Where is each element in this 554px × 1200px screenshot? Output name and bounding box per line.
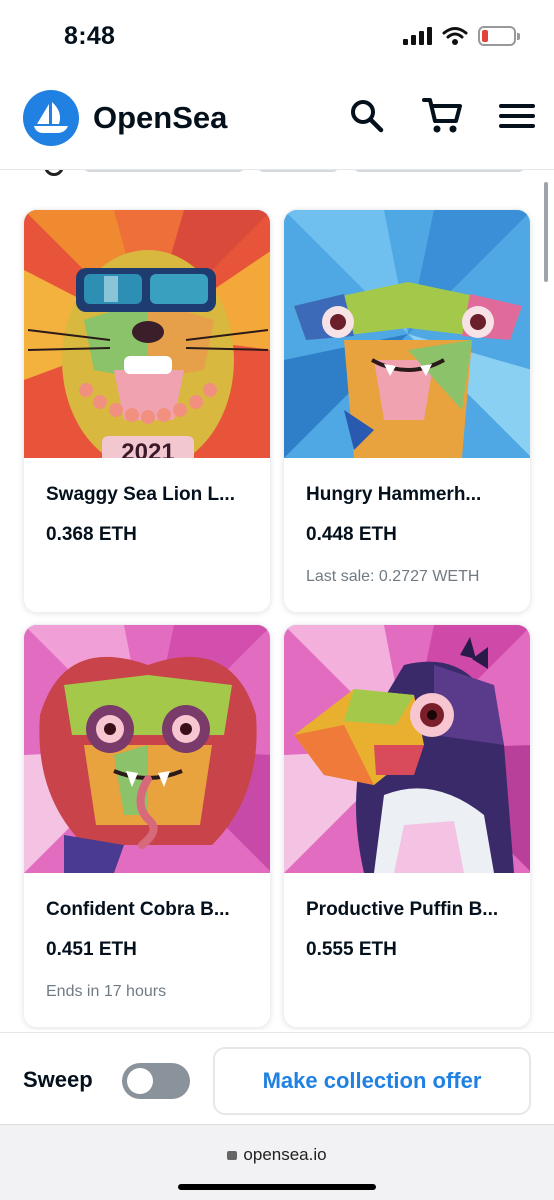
last-sale: Last sale: 0.2727 WETH [306, 568, 480, 585]
home-indicator[interactable] [178, 1184, 376, 1190]
status-time: 8:48 [64, 22, 116, 50]
hammerhead-nft-image[interactable] [284, 210, 531, 458]
nft-price: 0.448 ETH [306, 524, 397, 545]
search-icon[interactable] [345, 94, 389, 138]
nft-price: 0.368 ETH [46, 524, 137, 545]
auction-ends: Ends in 17 hours [46, 983, 167, 1000]
sweep-toggle[interactable] [122, 1063, 190, 1099]
url-display[interactable]: opensea.io [0, 1145, 554, 1165]
toggle-knob [127, 1068, 153, 1094]
browser-url-bar[interactable]: opensea.io [0, 1124, 554, 1200]
nft-grid[interactable]: 2021 Swaggy Sea Lion L... 0.368 ETH Hung… [0, 170, 554, 1030]
status-bar: 8:48 [0, 0, 554, 72]
sweep-label: Sweep [23, 1067, 93, 1092]
partially-hidden-row [44, 170, 544, 180]
nft-price: 0.451 ETH [46, 939, 137, 960]
nft-card[interactable]: Confident Cobra B... 0.451 ETH Ends in 1… [23, 624, 271, 1028]
brand-name[interactable]: OpenSea [93, 100, 227, 136]
nft-name[interactable]: Swaggy Sea Lion L... [46, 484, 248, 506]
cobra-nft-image[interactable] [24, 625, 271, 873]
cart-icon[interactable] [420, 94, 464, 138]
lock-icon [227, 1151, 238, 1160]
make-collection-offer-button[interactable]: Make collection offer [213, 1047, 531, 1115]
nft-name[interactable]: Productive Puffin B... [306, 899, 508, 921]
wifi-icon [442, 27, 468, 45]
nft-card[interactable]: Productive Puffin B... 0.555 ETH [283, 624, 531, 1028]
scrollbar[interactable] [544, 182, 548, 282]
nft-name[interactable]: Hungry Hammerh... [306, 484, 508, 506]
bottom-action-bar: Sweep Make collection offer [0, 1032, 554, 1124]
puffin-nft-image[interactable] [284, 625, 531, 873]
nft-price: 0.555 ETH [306, 939, 397, 960]
svg-text:2021: 2021 [121, 439, 174, 458]
signal-icon [403, 27, 432, 45]
hamburger-menu-icon[interactable] [495, 94, 539, 138]
opensea-logo-icon[interactable] [23, 90, 79, 146]
nft-card[interactable]: Hungry Hammerh... 0.448 ETH Last sale: 0… [283, 209, 531, 613]
sea-lion-nft-image[interactable]: 2021 [24, 210, 271, 458]
site-header: OpenSea [0, 72, 554, 170]
battery-icon [478, 26, 520, 46]
nft-card[interactable]: 2021 Swaggy Sea Lion L... 0.368 ETH [23, 209, 271, 613]
status-icons [403, 26, 520, 46]
nft-name[interactable]: Confident Cobra B... [46, 899, 248, 921]
url-text: opensea.io [243, 1145, 327, 1164]
